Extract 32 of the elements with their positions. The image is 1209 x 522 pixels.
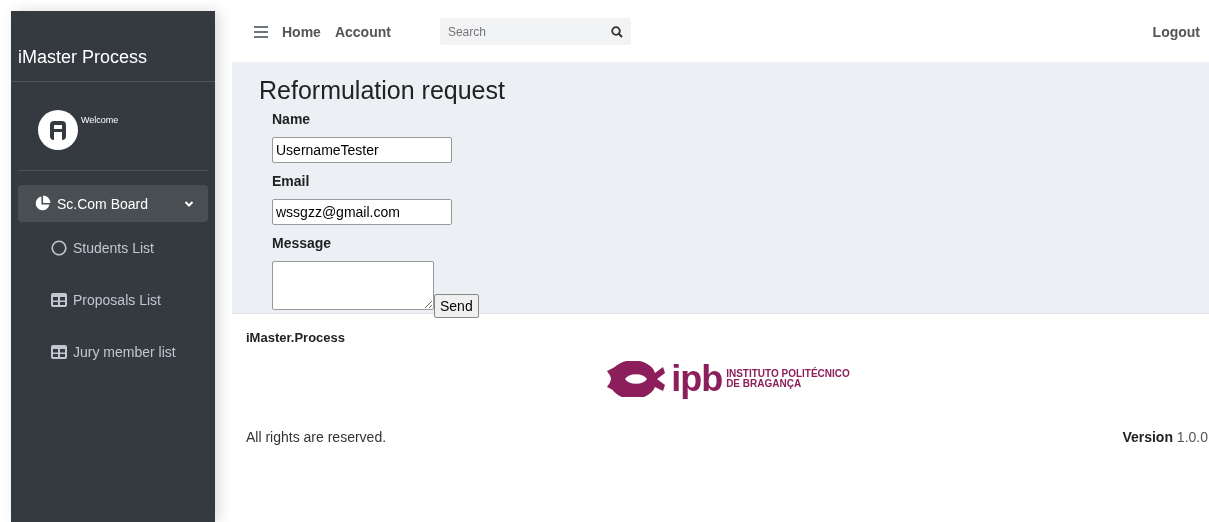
field-label: Email — [272, 173, 310, 189]
search-field[interactable]: Search — [439, 18, 631, 45]
rights-text: All rights are reserved. — [246, 429, 387, 445]
nav-link[interactable]: Account — [334, 23, 391, 40]
sidebar-item[interactable]: Proposals List — [11, 274, 215, 326]
menu-icon[interactable] — [254, 25, 268, 38]
logo-text: INSTITUTO POLITÉCNICO — [726, 368, 850, 379]
logo-mark: ipb — [671, 361, 723, 397]
page-title: Reformulation request — [259, 76, 506, 105]
footer-brand: iMaster.Process — [246, 330, 346, 345]
sidebar-item[interactable]: Jury member list — [11, 326, 215, 378]
search-icon[interactable] — [610, 26, 623, 38]
field-label: Name — [272, 111, 311, 127]
emblem-icon — [605, 361, 668, 397]
brand-title: iMaster Process — [11, 47, 215, 82]
send-button[interactable]: Send — [434, 294, 479, 318]
pie-chart-icon — [34, 195, 51, 212]
input-field[interactable]: UsernameTester — [272, 137, 452, 163]
field-label: Message — [272, 235, 332, 251]
avatar-icon — [38, 110, 78, 150]
circle-icon — [51, 240, 67, 256]
welcome-text: Welcome — [81, 115, 119, 125]
nav-link[interactable]: Home — [282, 23, 321, 40]
sidebar-item[interactable]: Students List — [11, 222, 215, 274]
logout-link[interactable]: Logout — [1152, 23, 1200, 40]
version-text: Version 1.0.0 — [1122, 429, 1208, 445]
table-icon — [51, 293, 67, 307]
input-field[interactable]: wssgzz@gmail.com — [272, 199, 452, 225]
message-field[interactable] — [272, 261, 434, 310]
menu-group[interactable]: Sc.Com Board — [18, 185, 208, 222]
table-icon — [51, 345, 67, 359]
logo-text: DE BRAGANÇA — [726, 379, 803, 390]
